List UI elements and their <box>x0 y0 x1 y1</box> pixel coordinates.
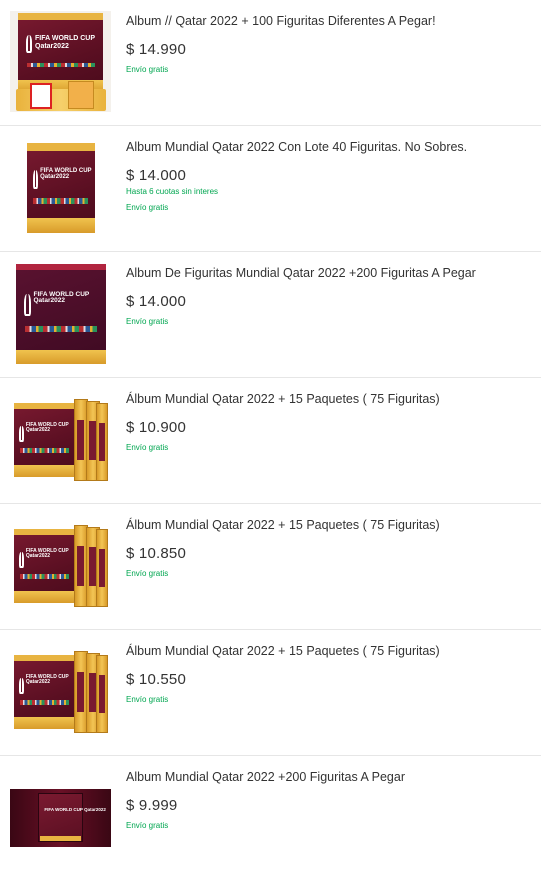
album-cover-image: FIFA WORLD CUP Qatar2022 <box>13 654 76 729</box>
product-price: $ 14.000 <box>126 167 186 184</box>
product-image[interactable]: FIFA WORLD CUP Qatar2022 <box>10 388 111 491</box>
product-title[interactable]: Album Mundial Qatar 2022 +200 Figuritas … <box>126 769 531 785</box>
product-title[interactable]: Álbum Mundial Qatar 2022 + 15 Paquetes (… <box>126 643 531 659</box>
product-price: $ 10.850 <box>126 545 186 562</box>
list-item[interactable]: FIFA WORLD CUP Qatar2022 Album // Qatar … <box>0 0 541 126</box>
album-logo: FIFA WORLD CUP Qatar2022 <box>35 35 95 50</box>
album-logo: FIFA WORLD CUP Qatar2022 <box>33 290 90 305</box>
album-cover-image: FIFA WORLD CUP Qatar2022 <box>15 263 106 364</box>
free-shipping-label: Envío gratis <box>126 203 169 212</box>
album-cover-image: FIFA WORLD CUP Qatar2022 <box>10 788 111 847</box>
free-shipping-label: Envío gratis <box>126 443 169 452</box>
product-image[interactable]: FIFA WORLD CUP Qatar2022 <box>10 766 111 869</box>
product-price: $ 10.550 <box>126 671 186 688</box>
album-cover-image: FIFA WORLD CUP Qatar2022 <box>13 528 76 603</box>
product-image[interactable]: FIFA WORLD CUP Qatar2022 <box>10 10 111 113</box>
free-shipping-label: Envío gratis <box>126 569 169 578</box>
product-price: $ 14.000 <box>126 293 186 310</box>
product-title[interactable]: Album De Figuritas Mundial Qatar 2022 +2… <box>126 265 531 281</box>
product-title[interactable]: Album Mundial Qatar 2022 Con Lote 40 Fig… <box>126 139 531 155</box>
album-logo: FIFA WORLD CUP Qatar2022 <box>25 548 69 560</box>
product-price: $ 14.990 <box>126 41 186 58</box>
product-price: $ 10.900 <box>126 419 186 436</box>
free-shipping-label: Envío gratis <box>126 65 169 74</box>
free-shipping-label: Envío gratis <box>126 821 169 830</box>
list-item[interactable]: FIFA WORLD CUP Qatar2022 Album Mundial Q… <box>0 126 541 252</box>
album-logo: FIFA WORLD CUP Qatar2022 <box>25 674 69 686</box>
album-cover-image: FIFA WORLD CUP Qatar2022 <box>13 402 76 477</box>
product-title[interactable]: Álbum Mundial Qatar 2022 + 15 Paquetes (… <box>126 391 531 407</box>
free-shipping-label: Envío gratis <box>126 317 169 326</box>
product-title[interactable]: Album // Qatar 2022 + 100 Figuritas Dife… <box>126 13 531 29</box>
product-image[interactable]: FIFA WORLD CUP Qatar2022 <box>10 262 111 365</box>
results-list: FIFA WORLD CUP Qatar2022 Album // Qatar … <box>0 0 541 874</box>
product-image[interactable]: FIFA WORLD CUP Qatar2022 <box>10 136 111 239</box>
list-item[interactable]: FIFA WORLD CUP Qatar2022 Album Mundial Q… <box>0 756 541 874</box>
list-item[interactable]: FIFA WORLD CUP Qatar2022 Álbum Mundial Q… <box>0 378 541 504</box>
album-logo: FIFA WORLD CUP Qatar2022 <box>40 167 92 180</box>
product-title[interactable]: Álbum Mundial Qatar 2022 + 15 Paquetes (… <box>126 517 531 533</box>
product-price: $ 9.999 <box>126 797 178 814</box>
free-shipping-label: Envío gratis <box>126 695 169 704</box>
list-item[interactable]: FIFA WORLD CUP Qatar2022 Álbum Mundial Q… <box>0 630 541 756</box>
list-item[interactable]: FIFA WORLD CUP Qatar2022 Álbum Mundial Q… <box>0 504 541 630</box>
product-image[interactable]: FIFA WORLD CUP Qatar2022 <box>10 640 111 743</box>
installments-label: Hasta 6 cuotas sin interes <box>126 187 219 196</box>
product-image[interactable]: FIFA WORLD CUP Qatar2022 <box>10 514 111 617</box>
list-item[interactable]: FIFA WORLD CUP Qatar2022 Album De Figuri… <box>0 252 541 378</box>
album-logo: FIFA WORLD CUP Qatar2022 <box>25 422 69 434</box>
album-cover-image: FIFA WORLD CUP Qatar2022 <box>26 142 95 233</box>
album-logo: FIFA WORLD CUP Qatar2022 <box>44 807 106 813</box>
